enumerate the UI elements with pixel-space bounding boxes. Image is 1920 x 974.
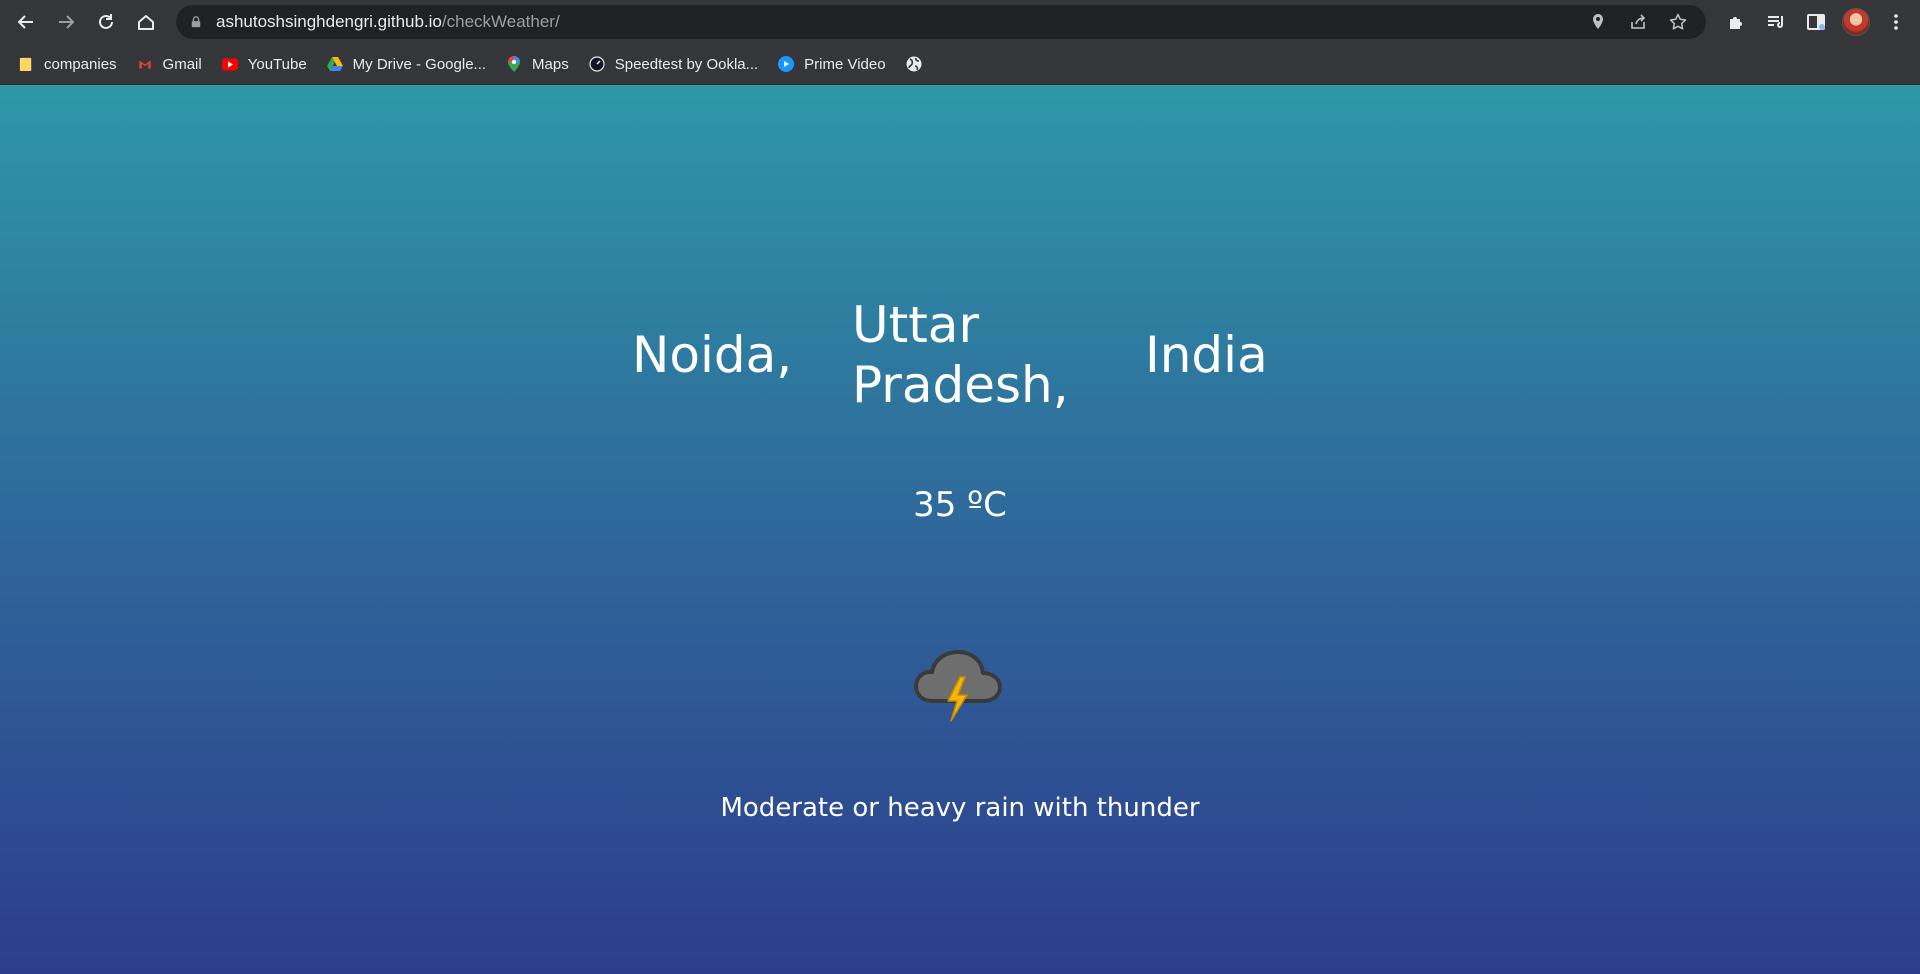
- maps-icon: [506, 56, 522, 72]
- weather-condition: Moderate or heavy rain with thunder: [720, 793, 1200, 823]
- bookmark-label: My Drive - Google...: [352, 55, 487, 73]
- toolbar-right-actions: [1716, 0, 1920, 44]
- state-name: Uttar Pradesh,: [852, 296, 1069, 414]
- bookmark-gmail[interactable]: Gmail: [137, 50, 202, 78]
- weather-page: Noida, Uttar Pradesh, India 35 ºC Modera…: [0, 85, 1920, 974]
- bookmark-label: YouTube: [247, 55, 307, 73]
- bookmark-companies[interactable]: companies: [18, 50, 117, 78]
- back-button[interactable]: [6, 0, 46, 44]
- bookmark-label: companies: [44, 55, 117, 73]
- thunderstorm-cloud-icon: [910, 633, 1010, 733]
- forward-button[interactable]: [46, 0, 86, 44]
- bookmark-label: Speedtest by Ookla...: [614, 55, 759, 73]
- bookmark-youtube[interactable]: YouTube: [221, 50, 307, 78]
- address-bar[interactable]: ashutoshsinghdengri.github.io/checkWeath…: [176, 5, 1706, 39]
- city-name: Noida,: [632, 326, 793, 384]
- globe-icon: [906, 56, 922, 72]
- url-path: /checkWeather/: [441, 12, 560, 31]
- temperature: 35 ºC: [913, 485, 1007, 525]
- reload-icon: [99, 14, 113, 29]
- location-pin-icon: [1593, 14, 1603, 29]
- menu-button[interactable]: [1876, 0, 1916, 44]
- home-icon: [138, 15, 154, 30]
- avatar: [1842, 8, 1870, 36]
- bookmark-google-drive[interactable]: My Drive - Google...: [326, 50, 487, 78]
- address-bar-actions: [1578, 5, 1698, 39]
- prime-video-icon: [778, 56, 795, 72]
- bookmark-label: Gmail: [162, 55, 202, 73]
- folder-icon: [18, 56, 34, 72]
- bookmark-globe[interactable]: [906, 50, 932, 78]
- lock-icon: [190, 15, 204, 29]
- url-host: ashutoshsinghdengri.github.io: [216, 12, 442, 31]
- back-arrow-icon: [17, 15, 33, 29]
- google-drive-icon: [326, 56, 343, 72]
- bookmarks-bar: companies Gmail YouTube My Drive - Googl…: [0, 44, 1920, 85]
- star-icon: [1669, 13, 1687, 30]
- url-text[interactable]: ashutoshsinghdengri.github.io/checkWeath…: [216, 12, 560, 32]
- location-button[interactable]: [1578, 5, 1618, 39]
- country-name: India: [1145, 326, 1268, 384]
- media-control-button[interactable]: [1756, 0, 1796, 44]
- profile-button[interactable]: [1836, 0, 1876, 44]
- puzzle-icon: [1730, 17, 1742, 29]
- bookmark-star-button[interactable]: [1658, 5, 1698, 39]
- bookmark-label: Prime Video: [804, 55, 886, 73]
- browser-toolbar: ashutoshsinghdengri.github.io/checkWeath…: [0, 0, 1920, 44]
- bookmark-label: Maps: [532, 55, 569, 73]
- forward-arrow-icon: [59, 15, 75, 29]
- share-button[interactable]: [1618, 5, 1658, 39]
- reload-button[interactable]: [86, 0, 126, 44]
- youtube-icon: [221, 56, 238, 72]
- bookmark-prime-video[interactable]: Prime Video: [778, 50, 886, 78]
- bookmark-speedtest[interactable]: Speedtest by Ookla...: [589, 50, 758, 78]
- bookmark-maps[interactable]: Maps: [506, 50, 569, 78]
- side-panel-icon: [1807, 14, 1825, 30]
- share-icon: [1631, 14, 1646, 29]
- speedtest-icon: [589, 56, 605, 72]
- home-button[interactable]: [126, 0, 166, 44]
- side-panel-button[interactable]: [1796, 0, 1836, 44]
- kebab-menu-icon: [1894, 14, 1898, 30]
- gmail-icon: [137, 56, 153, 72]
- playlist-icon: [1768, 16, 1783, 28]
- extensions-button[interactable]: [1716, 0, 1756, 44]
